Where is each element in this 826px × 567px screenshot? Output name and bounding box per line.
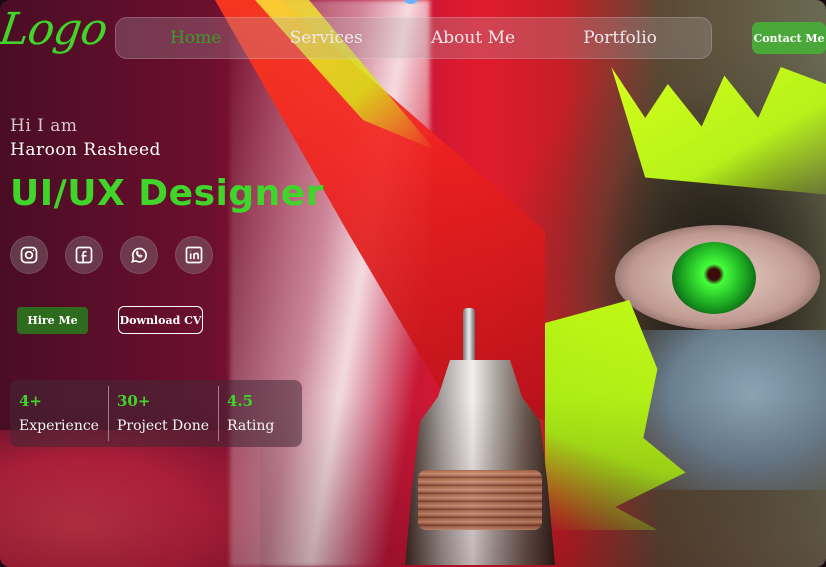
stat-label: Experience — [19, 418, 99, 434]
background-face-paint-top — [611, 67, 826, 195]
greeting-text: Hi I am — [10, 116, 78, 136]
nav-services[interactable]: Services — [290, 28, 363, 48]
background-earring-chain — [463, 308, 475, 380]
person-name: Haroon Rasheed — [10, 140, 161, 160]
nav-portfolio[interactable]: Portfolio — [583, 28, 657, 48]
hero-section: Logo Home Services About Me Portfolio Co… — [0, 0, 826, 567]
stat-value: 4+ — [19, 392, 43, 410]
background-hair-art — [230, 0, 430, 567]
nav-home[interactable]: Home — [170, 28, 221, 48]
contact-me-button[interactable]: Contact Me — [752, 22, 826, 54]
whatsapp-icon — [131, 247, 147, 263]
background-face-paint-bottom — [545, 300, 686, 530]
hire-me-button[interactable]: Hire Me — [17, 307, 88, 334]
stat-experience: 4+ Experience — [10, 380, 108, 447]
facebook-icon — [75, 246, 93, 264]
stat-label: Rating — [227, 418, 275, 434]
stat-value: 4.5 — [227, 392, 254, 410]
stat-label: Project Done — [116, 418, 210, 434]
background-top-dot — [404, 0, 418, 4]
social-links — [10, 236, 213, 274]
role-title: UI/UX Designer — [10, 173, 324, 214]
background-face-paint-blue — [640, 330, 826, 490]
stat-rating: 4.5 Rating — [218, 380, 283, 447]
facebook-link[interactable] — [65, 236, 103, 274]
instagram-icon — [20, 246, 38, 264]
background-iris-art — [672, 242, 756, 314]
download-cv-button[interactable]: Download CV — [118, 306, 203, 334]
linkedin-link[interactable] — [175, 236, 213, 274]
nav-about-me[interactable]: About Me — [431, 28, 515, 48]
background-earring-rings — [418, 470, 542, 530]
site-logo[interactable]: Logo — [0, 4, 110, 55]
instagram-link[interactable] — [10, 236, 48, 274]
stat-value: 30+ — [116, 392, 151, 410]
background-art-blob — [0, 430, 260, 567]
stats-panel: 4+ Experience 30+ Project Done 4.5 Ratin… — [10, 380, 302, 447]
background-earring-art — [405, 360, 555, 565]
background-eye-art — [615, 225, 820, 330]
stat-projects: 30+ Project Done — [107, 380, 218, 447]
main-nav: Home Services About Me Portfolio — [115, 17, 712, 59]
linkedin-icon — [185, 246, 203, 264]
whatsapp-link[interactable] — [120, 236, 158, 274]
